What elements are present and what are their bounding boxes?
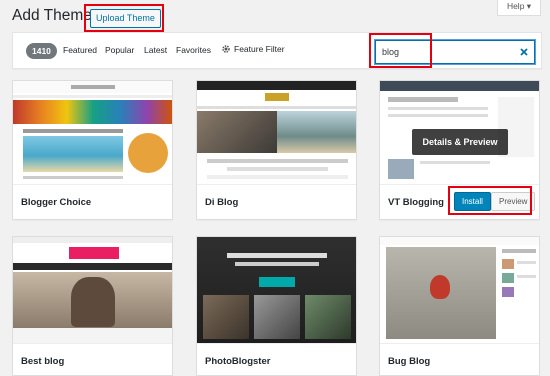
- theme-card-photoblogster[interactable]: PhotoBlogster: [196, 236, 357, 376]
- theme-card-bug-blog[interactable]: Bug Blog: [379, 236, 540, 376]
- theme-name: Di Blog: [197, 184, 356, 219]
- theme-count-badge: 1410: [26, 43, 57, 59]
- highlight-box-search: [369, 33, 432, 68]
- clear-icon[interactable]: [518, 46, 530, 58]
- tab-featured[interactable]: Featured: [63, 45, 97, 55]
- theme-name: PhotoBlogster: [197, 343, 356, 375]
- highlight-box-upload: [84, 4, 164, 32]
- theme-screenshot: [380, 237, 539, 343]
- theme-name: Bug Blog: [380, 343, 539, 375]
- theme-filter-bar: 1410 Featured Popular Latest Favorites F…: [12, 32, 542, 69]
- tab-latest[interactable]: Latest: [144, 45, 167, 55]
- tab-popular[interactable]: Popular: [105, 45, 134, 55]
- feature-filter-toggle[interactable]: Feature Filter: [221, 44, 285, 54]
- theme-card-blogger-choice[interactable]: Blogger Choice: [12, 80, 173, 220]
- theme-screenshot: [197, 81, 356, 184]
- details-preview-button[interactable]: Details & Preview: [412, 129, 508, 155]
- theme-screenshot: [197, 237, 356, 343]
- feature-filter-label: Feature Filter: [234, 44, 285, 54]
- theme-card-di-blog[interactable]: Di Blog: [196, 80, 357, 220]
- tab-favorites[interactable]: Favorites: [176, 45, 211, 55]
- gear-icon: [222, 45, 230, 53]
- theme-screenshot: [13, 81, 172, 184]
- highlight-box-install: [448, 186, 532, 215]
- theme-screenshot: [13, 237, 172, 343]
- theme-card-best-blog[interactable]: Best blog: [12, 236, 173, 376]
- theme-name: Blogger Choice: [13, 184, 172, 219]
- theme-screenshot: Details & Preview: [380, 81, 539, 184]
- help-button[interactable]: Help ▾: [497, 0, 541, 16]
- theme-name: Best blog: [13, 343, 172, 375]
